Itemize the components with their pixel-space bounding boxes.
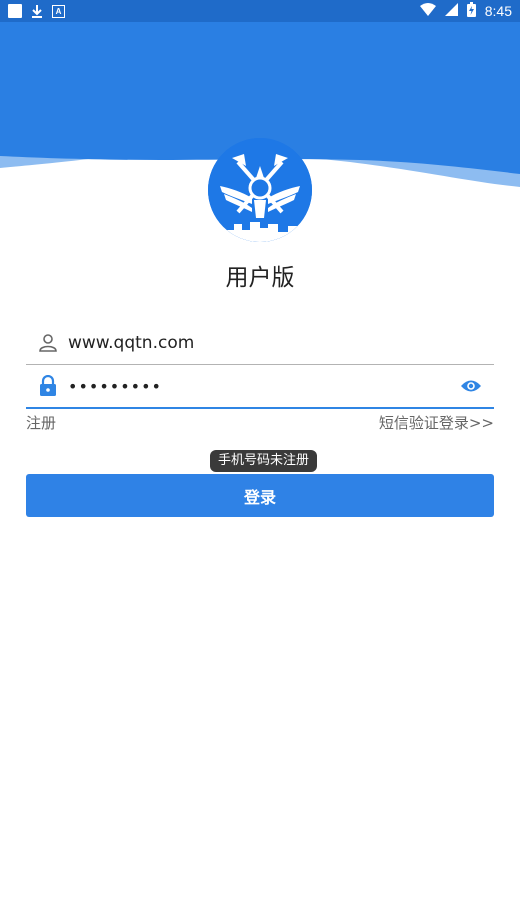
- eye-icon[interactable]: [456, 371, 486, 401]
- status-time: 8:45: [484, 3, 512, 19]
- battery-icon: [466, 2, 476, 20]
- person-icon: [34, 329, 62, 357]
- lock-icon: [34, 372, 62, 400]
- password-field[interactable]: •••••••••: [26, 365, 494, 409]
- fire-emblem-icon: [208, 138, 312, 242]
- signal-icon: [444, 3, 458, 19]
- register-link[interactable]: 注册: [26, 412, 56, 433]
- password-input[interactable]: •••••••••: [68, 377, 456, 396]
- username-field[interactable]: www.qqtn.com: [26, 322, 494, 365]
- notification-square-icon: [8, 4, 22, 18]
- sms-login-link[interactable]: 短信验证登录>>: [379, 412, 494, 433]
- links-row: 注册 短信验证登录>>: [26, 412, 494, 433]
- status-bar-right: 8:45: [419, 2, 512, 20]
- a-badge-icon: A: [52, 4, 65, 18]
- status-bar: A 8:45: [0, 0, 520, 22]
- username-input[interactable]: www.qqtn.com: [68, 333, 494, 353]
- login-button[interactable]: 登录: [26, 474, 494, 517]
- app-title: 用户版: [225, 265, 295, 291]
- status-bar-left: A: [8, 4, 65, 18]
- download-icon: [31, 4, 43, 18]
- wifi-icon: [419, 3, 436, 19]
- toast-message: 手机号码未注册: [210, 450, 318, 472]
